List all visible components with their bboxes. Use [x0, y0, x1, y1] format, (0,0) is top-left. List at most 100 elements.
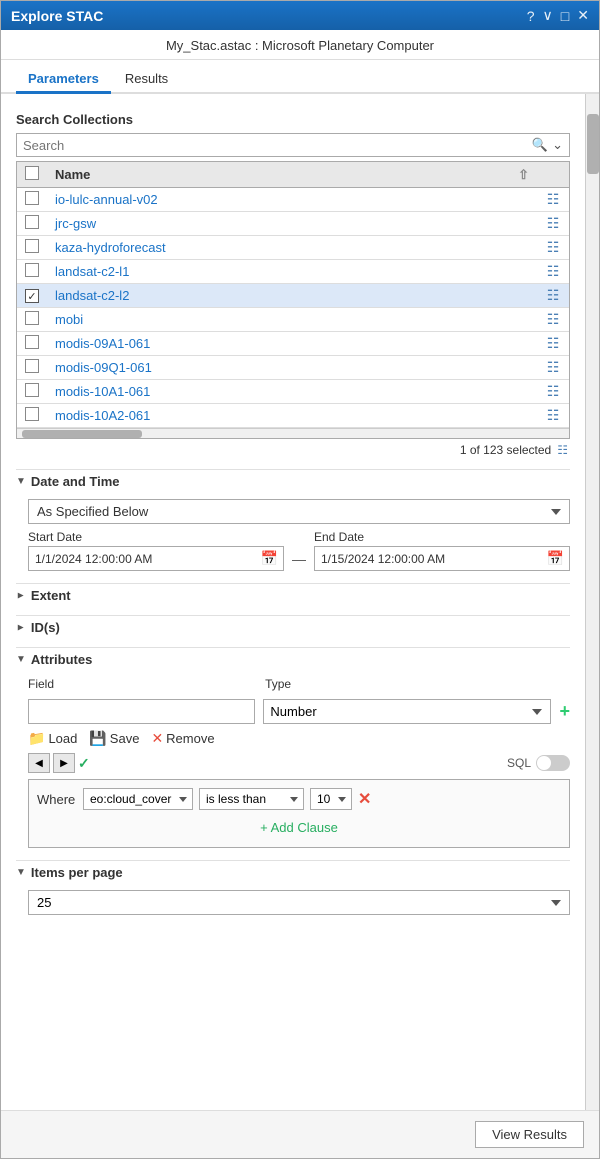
date-range-separator: —	[292, 551, 306, 571]
horizontal-scrollbar[interactable]	[17, 428, 569, 438]
add-clause-row[interactable]: + Add Clause	[37, 816, 561, 839]
remove-clause-button[interactable]: ✕	[358, 789, 371, 809]
row-checkbox-cell	[17, 188, 47, 212]
table-row: kaza-hydroforecast ☷	[17, 236, 569, 260]
right-scrollbar-thumb	[587, 114, 599, 174]
start-date-input[interactable]	[29, 549, 256, 569]
ids-header[interactable]: ▼ ID(s)	[16, 615, 570, 639]
selection-info: 1 of 123 selected ☷	[16, 439, 570, 461]
where-label: Where	[37, 792, 77, 807]
row-checkbox-6[interactable]	[25, 335, 39, 349]
row-checkbox-cell	[17, 332, 47, 356]
row-icon-cell: ☷	[537, 236, 569, 260]
end-date-input[interactable]	[315, 549, 542, 569]
load-button[interactable]: 📁 Load	[28, 730, 77, 747]
items-per-page-select[interactable]: 10 25 50 100	[28, 890, 570, 915]
end-date-group: End Date 📅	[314, 530, 570, 571]
row-icon-cell: ☷	[537, 188, 569, 212]
remove-button[interactable]: ✕ Remove	[151, 730, 214, 747]
collections-container: Name ⇧ io-lulc	[16, 161, 570, 439]
load-label: Load	[48, 731, 77, 746]
select-all-checkbox[interactable]	[25, 166, 39, 180]
table-icon: ☷	[557, 443, 568, 457]
minimize-icon[interactable]: ∨	[543, 7, 553, 24]
clause-field-select[interactable]: eo:cloud_cover	[83, 788, 193, 810]
collapse-arrow-extent: ▼	[15, 591, 26, 601]
tab-results[interactable]: Results	[113, 66, 180, 94]
search-bar[interactable]: 🔍 ⌄	[16, 133, 570, 157]
tabs-bar: Parameters Results	[1, 60, 599, 94]
tab-parameters[interactable]: Parameters	[16, 66, 111, 94]
row-name-cell: modis-09Q1-061	[47, 356, 537, 380]
sql-row: ◀ ▶ ✓ SQL	[28, 753, 570, 773]
attributes-header[interactable]: ▼ Attributes	[16, 647, 570, 671]
row-checkbox-4[interactable]: ✓	[25, 289, 39, 303]
ids-label: ID(s)	[31, 620, 60, 635]
row-checkbox-0[interactable]	[25, 191, 39, 205]
sql-toggle-switch[interactable]	[536, 755, 570, 771]
collections-table-container[interactable]: Name ⇧ io-lulc	[17, 162, 569, 428]
title-bar: Explore STAC ? ∨ □ ✕	[1, 1, 599, 30]
help-icon[interactable]: ?	[527, 8, 535, 24]
save-button[interactable]: 💾 Save	[89, 730, 139, 747]
view-results-button[interactable]: View Results	[475, 1121, 584, 1148]
field-label: Field	[28, 677, 257, 691]
add-clause-label: + Add Clause	[260, 820, 338, 835]
extent-label: Extent	[31, 588, 71, 603]
row-checkbox-9[interactable]	[25, 407, 39, 421]
nav-forward-button[interactable]: ▶	[53, 753, 75, 773]
attributes-toolbar: 📁 Load 💾 Save ✕ Remove	[28, 730, 570, 747]
sort-icon[interactable]: ⇧	[518, 167, 529, 183]
start-date-calendar-icon[interactable]: 📅	[256, 547, 283, 570]
search-icon[interactable]: 🔍	[532, 137, 548, 153]
validate-button[interactable]: ✓	[78, 755, 90, 772]
row-checkbox-cell	[17, 380, 47, 404]
restore-icon[interactable]: □	[561, 8, 569, 24]
close-icon[interactable]: ✕	[577, 7, 589, 24]
chevron-down-icon[interactable]: ⌄	[552, 137, 563, 153]
table-row: modis-10A2-061 ☷	[17, 404, 569, 428]
collapse-arrow-items: ▼	[16, 867, 26, 878]
nav-back-button[interactable]: ◀	[28, 753, 50, 773]
table-row: ✓ landsat-c2-l2 ☷	[17, 284, 569, 308]
row-checkbox-7[interactable]	[25, 359, 39, 373]
collection-icon: ☷	[547, 335, 560, 351]
search-input[interactable]	[23, 138, 532, 153]
row-checkbox-2[interactable]	[25, 239, 39, 253]
type-label: Type	[265, 677, 540, 691]
right-scrollbar[interactable]	[585, 94, 599, 1110]
toggle-knob	[537, 756, 551, 770]
row-icon-cell: ☷	[537, 356, 569, 380]
attribute-type-select[interactable]: Number String Date	[263, 699, 551, 724]
row-icon-cell: ☷	[537, 308, 569, 332]
attribute-field-input[interactable]	[28, 699, 255, 724]
row-checkbox-1[interactable]	[25, 215, 39, 229]
end-date-calendar-icon[interactable]: 📅	[542, 547, 569, 570]
clause-value-select[interactable]: 10	[310, 788, 352, 810]
main-window: Explore STAC ? ∨ □ ✕ My_Stac.astac : Mic…	[0, 0, 600, 1159]
add-attribute-button[interactable]: +	[559, 701, 570, 722]
row-checkbox-cell	[17, 404, 47, 428]
clause-operator-select[interactable]: is less than is equal to is greater than	[199, 788, 304, 810]
row-checkbox-8[interactable]	[25, 383, 39, 397]
row-checkbox-cell	[17, 356, 47, 380]
items-per-page-header[interactable]: ▼ Items per page	[16, 860, 570, 884]
table-row: jrc-gsw ☷	[17, 212, 569, 236]
nav-buttons: ◀ ▶ ✓	[28, 753, 90, 773]
collection-icon: ☷	[547, 263, 560, 279]
row-checkbox-3[interactable]	[25, 263, 39, 277]
collection-icon: ☷	[547, 311, 560, 327]
date-time-header[interactable]: ▼ Date and Time	[16, 469, 570, 493]
row-checkbox-cell	[17, 308, 47, 332]
collection-icon: ☷	[547, 239, 560, 255]
row-checkbox-5[interactable]	[25, 311, 39, 325]
attributes-label: Attributes	[31, 652, 92, 667]
sql-toggle: SQL	[507, 755, 570, 771]
row-name-cell: kaza-hydroforecast	[47, 236, 537, 260]
selection-count: 1 of 123 selected	[460, 443, 551, 457]
end-date-label: End Date	[314, 530, 570, 544]
start-date-label: Start Date	[28, 530, 284, 544]
date-time-dropdown[interactable]: As Specified Below All Time Last 7 Days …	[28, 499, 570, 524]
attributes-body: Field Type Number String Date	[16, 671, 570, 852]
extent-header[interactable]: ▼ Extent	[16, 583, 570, 607]
